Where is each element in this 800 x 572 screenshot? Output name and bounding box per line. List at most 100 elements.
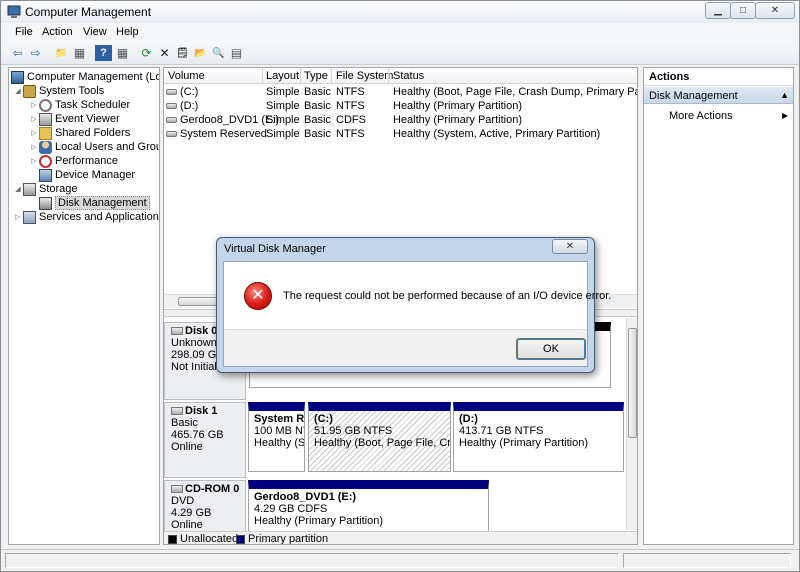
close-button[interactable]: ✕ <box>755 2 795 19</box>
tree-item-system-tools[interactable]: ◢ System Tools <box>13 84 104 98</box>
cd-drive-icon <box>166 117 177 124</box>
clock-icon <box>39 98 52 112</box>
cd-drive-icon <box>171 485 183 494</box>
services-icon <box>23 210 36 224</box>
tree-item-computer-management[interactable]: Computer Management (Local <box>11 70 159 84</box>
partition-d[interactable]: (D:) 413.71 GB NTFS Healthy (Primary Par… <box>453 402 624 472</box>
error-dialog: Virtual Disk Manager ✕ ✕ The request cou… <box>216 237 611 373</box>
scroll-thumb[interactable] <box>178 297 218 306</box>
expand-icon[interactable]: ▷ <box>29 157 39 165</box>
column-status[interactable]: Status <box>393 70 424 82</box>
show-hide-action-icon[interactable]: ▦ <box>114 45 131 61</box>
expand-icon[interactable]: ▷ <box>13 213 23 221</box>
column-divider <box>262 68 263 84</box>
shared-folder-icon <box>39 126 52 140</box>
tree-item-services-and-applications[interactable]: ▷ Services and Applications <box>13 210 159 224</box>
expand-icon[interactable]: ▷ <box>29 101 39 109</box>
disk-management-icon <box>39 196 52 210</box>
status-cell <box>623 553 791 568</box>
volume-row[interactable]: (D:) Simple Basic NTFS Healthy (Primary … <box>164 99 637 113</box>
dialog-title: Virtual Disk Manager <box>224 243 326 255</box>
actions-section-disk-management[interactable]: Disk Management ▲ <box>644 87 793 104</box>
delete-icon[interactable]: ✕ <box>156 45 173 61</box>
column-type[interactable]: Type <box>304 70 328 82</box>
partition-c[interactable]: (C:) 51.95 GB NTFS Healthy (Boot, Page F… <box>308 402 451 472</box>
dialog-body: ✕ The request could not be performed bec… <box>223 261 611 367</box>
performance-icon <box>39 154 52 168</box>
partition-e[interactable]: Gerdoo8_DVD1 (E:) 4.29 GB CDFS Healthy (… <box>248 480 489 532</box>
dialog-footer: OK <box>224 329 587 366</box>
maximize-button[interactable]: □ <box>730 2 756 19</box>
volume-row[interactable]: (C:) Simple Basic NTFS Healthy (Boot, Pa… <box>164 85 637 99</box>
more-actions-item[interactable]: More Actions <box>669 110 733 122</box>
legend-unallocated: Unallocated <box>180 533 239 545</box>
status-cell <box>5 553 619 568</box>
open-icon[interactable]: 📂 <box>192 45 209 61</box>
collapse-icon[interactable]: ◢ <box>13 87 23 95</box>
volume-list-header: Volume Layout Type File System Status <box>164 68 637 84</box>
computer-icon <box>11 70 24 84</box>
close-icon: ✕ <box>770 5 780 16</box>
tree-item-storage[interactable]: ◢ Storage <box>13 182 78 196</box>
tree-item-disk-management[interactable]: Disk Management <box>39 196 150 210</box>
volume-row[interactable]: Gerdoo8_DVD1 (E:) Simple Basic CDFS Heal… <box>164 113 637 127</box>
search-icon[interactable]: 🔍 <box>210 45 227 61</box>
storage-icon <box>23 182 36 196</box>
column-divider <box>300 68 301 84</box>
tree-item-device-manager[interactable]: Device Manager <box>39 168 135 182</box>
column-divider <box>388 68 389 84</box>
partition-system-reserved[interactable]: System Re 100 MB NTI Healthy (Sy <box>248 402 305 472</box>
console-tree: Computer Management (Local ◢ System Tool… <box>8 67 160 545</box>
tree-item-shared-folders[interactable]: ▷ Shared Folders <box>29 126 130 140</box>
actions-header: Actions <box>644 68 793 86</box>
drive-icon <box>166 103 177 110</box>
vertical-scrollbar[interactable] <box>626 318 637 530</box>
minimize-icon: ▁ <box>714 5 722 16</box>
collapse-icon[interactable]: ◢ <box>13 185 23 193</box>
column-file-system[interactable]: File System <box>336 70 393 82</box>
menu-file[interactable]: File <box>15 26 33 38</box>
help-icon[interactable]: ? <box>95 45 112 61</box>
back-arrow-icon[interactable]: ⇦ <box>9 45 26 61</box>
error-icon: ✕ <box>244 282 272 310</box>
volume-row[interactable]: System Reserved Simple Basic NTFS Health… <box>164 127 637 141</box>
column-volume[interactable]: Volume <box>168 70 205 82</box>
forward-arrow-icon[interactable]: ⇨ <box>27 45 44 61</box>
export-icon[interactable]: ▤ <box>228 45 245 61</box>
menu-action[interactable]: Action <box>42 26 73 38</box>
column-divider <box>331 68 332 84</box>
properties-icon[interactable]: 🗒 <box>174 45 191 61</box>
column-layout[interactable]: Layout <box>266 70 299 82</box>
menu-help[interactable]: Help <box>116 26 139 38</box>
scroll-thumb[interactable] <box>628 328 637 438</box>
event-viewer-icon <box>39 112 52 126</box>
window-title: Computer Management <box>25 5 152 19</box>
up-folder-icon[interactable]: 📁 <box>53 45 70 61</box>
actions-pane: Actions Disk Management ▲ More Actions ▶ <box>643 67 794 545</box>
computer-management-window: Computer Management ▁ □ ✕ File Action Vi… <box>0 0 800 572</box>
cdrom-0-label[interactable]: CD-ROM 0 DVD 4.29 GB Online <box>164 480 246 532</box>
maximize-icon: □ <box>739 5 747 16</box>
tree-item-event-viewer[interactable]: ▷ Event Viewer <box>29 112 120 126</box>
ok-button[interactable]: OK <box>516 338 586 360</box>
legend: Unallocated Primary partition <box>164 531 637 545</box>
tree-item-local-users-and-groups[interactable]: ▷ Local Users and Groups <box>29 140 159 154</box>
refresh-icon[interactable]: ⟳ <box>138 45 155 61</box>
disk-icon <box>171 327 183 336</box>
users-icon <box>39 140 52 154</box>
expand-icon[interactable]: ▷ <box>29 129 39 137</box>
expand-icon[interactable]: ▷ <box>29 115 39 123</box>
primary-partition-swatch <box>236 535 245 544</box>
show-hide-tree-icon[interactable]: ▦ <box>71 45 88 61</box>
collapse-up-icon[interactable]: ▲ <box>780 90 789 100</box>
expand-icon[interactable]: ▷ <box>29 143 39 151</box>
drive-icon <box>166 131 177 138</box>
tree-item-task-scheduler[interactable]: ▷ Task Scheduler <box>29 98 130 112</box>
dialog-close-button[interactable]: ✕ <box>552 239 588 254</box>
minimize-button[interactable]: ▁ <box>705 2 731 19</box>
tree-item-performance[interactable]: ▷ Performance <box>29 154 118 168</box>
disk-1-label[interactable]: Disk 1 Basic 465.76 GB Online <box>164 402 246 478</box>
menu-bar: File Action View Help <box>1 23 799 42</box>
menu-view[interactable]: View <box>83 26 107 38</box>
drive-icon <box>166 89 177 96</box>
